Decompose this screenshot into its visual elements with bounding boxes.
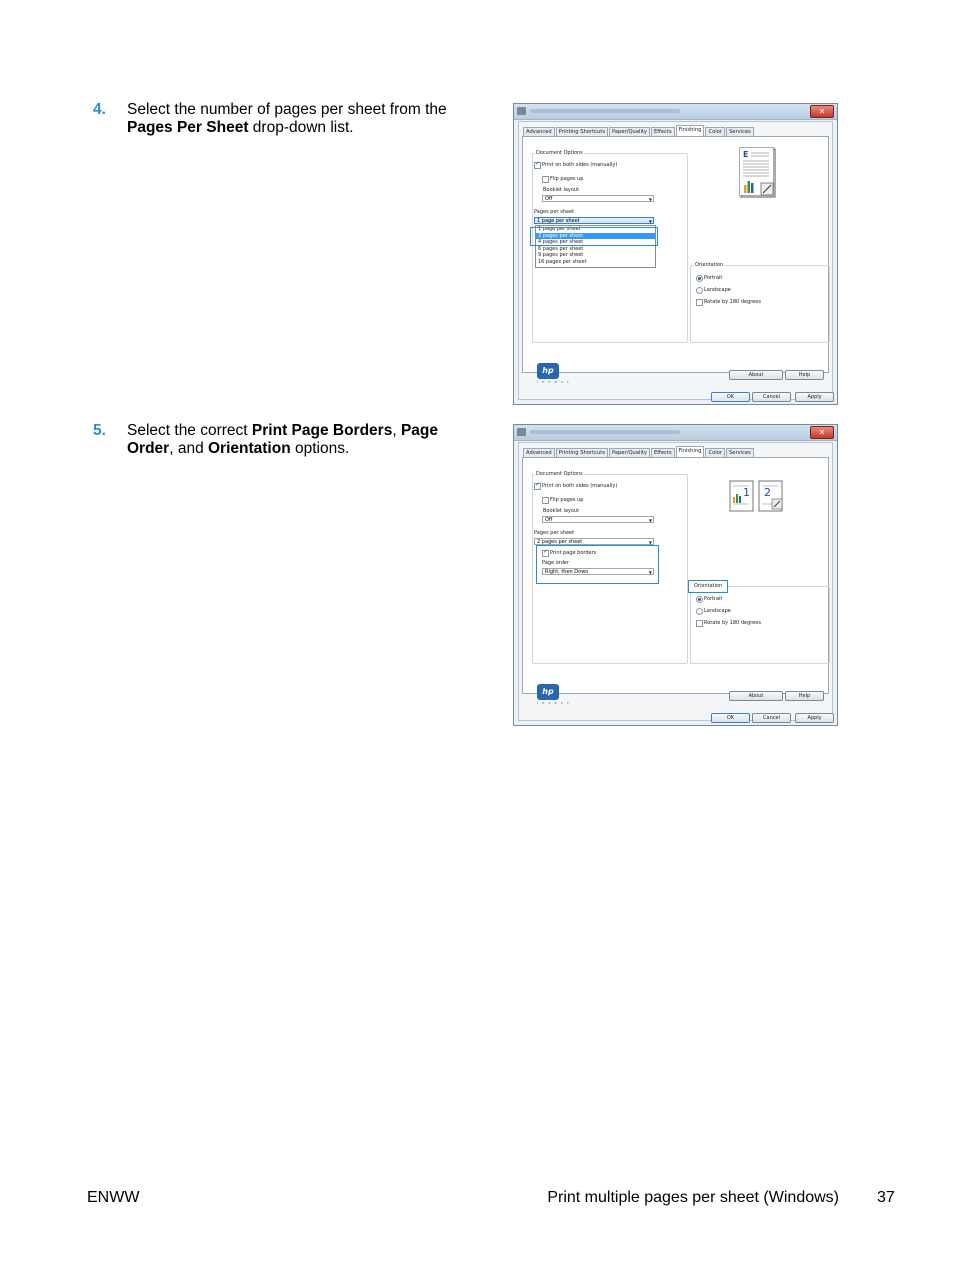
print-page-borders-checkbox[interactable] [542,548,549,557]
highlight-callout [530,227,658,246]
dialog-body: Advanced Printing Shortcuts Paper/Qualit… [518,121,834,402]
step-text: Select the correct Print Page Borders, P… [127,422,439,457]
hp-logo: hp [537,363,559,379]
page-preview: 1 2 [729,480,785,512]
tab-bar: Advanced Printing Shortcuts Paper/Qualit… [523,446,755,458]
dropdown-option[interactable]: 16 pages per sheet [536,259,655,266]
print-page-borders-label: Print page borders [550,550,597,556]
cancel-button[interactable]: Cancel [752,713,791,723]
rotate-180-label: Rotate by 180 degrees [704,620,761,626]
pages-per-sheet-label: Pages per sheet [534,209,575,215]
preview-page-number: 2 [764,486,771,499]
apply-button[interactable]: Apply [795,713,834,723]
booklet-layout-label: Booklet layout [543,187,580,193]
close-button[interactable]: ✕ [810,105,834,118]
ok-button[interactable]: OK [711,713,750,723]
printer-properties-dialog-1: ✕ Advanced Printing Shortcuts Paper/Qual… [513,103,838,405]
rotate-180-checkbox[interactable] [696,620,703,627]
page-order-select[interactable]: Right, then Down [542,568,654,576]
ok-button[interactable]: OK [711,392,750,402]
portrait-label: Portrait [704,596,723,602]
flip-pages-up-label: Flip pages up [550,176,584,182]
page-number: 37 [877,1189,895,1206]
footer-left: ENWW [87,1189,140,1206]
preview-icon: 1 2 [729,480,783,512]
svg-text:E: E [743,150,748,159]
finishing-panel: Document Options Print on both sides (ma… [522,136,830,384]
preview-icon: E [739,147,776,198]
cancel-button[interactable]: Cancel [752,392,791,402]
dialog-body: Advanced Printing Shortcuts Paper/Qualit… [518,442,834,723]
rotate-180-label: Rotate by 180 degrees [704,299,761,305]
portrait-radio[interactable] [696,275,703,282]
print-both-sides-label: Print on both sides (manually) [542,483,618,489]
orientation-label: Orientation [694,583,723,589]
title-bar: ✕ [514,104,837,120]
flip-pages-up-checkbox[interactable] [542,176,549,183]
step-5: 5. Select the correct Print Page Borders… [93,422,473,458]
step-4: 4. Select the number of pages per sheet … [93,101,473,137]
print-both-sides-label: Print on both sides (manually) [542,162,618,168]
flip-pages-up-checkbox[interactable] [542,497,549,504]
footer-title: Print multiple pages per sheet (Windows) [547,1189,839,1206]
apply-button[interactable]: Apply [795,392,834,402]
page-order-label: Page order [542,560,570,566]
about-button[interactable]: About [729,691,783,701]
rotate-180-checkbox[interactable] [696,299,703,306]
orientation-label: Orientation [694,262,725,268]
hp-logo: hp [537,684,559,700]
hp-invent: i n v e n t [537,380,571,384]
printer-properties-dialog-2: ✕ Advanced Printing Shortcuts Paper/Qual… [513,424,838,726]
print-both-sides-checkbox[interactable] [534,160,541,169]
document-options-label: Document Options [535,150,584,156]
print-both-sides-checkbox[interactable] [534,481,541,490]
hp-invent: i n v e n t [537,701,571,705]
flip-pages-up-label: Flip pages up [550,497,584,503]
step-number: 4. [93,101,106,118]
printer-icon [517,107,526,115]
step-text: Select the number of pages per sheet fro… [127,101,447,136]
tab-bar: Advanced Printing Shortcuts Paper/Qualit… [523,125,755,137]
step-number: 5. [93,422,106,439]
window-title [530,430,680,434]
printer-icon [517,428,526,436]
document-options-label: Document Options [535,471,584,477]
title-bar: ✕ [514,425,837,441]
finishing-panel: Document Options Print on both sides (ma… [522,457,830,705]
booklet-layout-select[interactable]: Off [542,516,654,524]
portrait-radio[interactable] [696,596,703,603]
booklet-layout-label: Booklet layout [543,508,580,514]
pages-per-sheet-select[interactable]: 1 page per sheet [534,217,654,225]
landscape-label: Landscape [704,287,731,293]
portrait-label: Portrait [704,275,723,281]
booklet-layout-select[interactable]: Off [542,195,654,203]
preview-page-number: 1 [743,486,750,499]
help-button[interactable]: Help [785,691,824,701]
pages-per-sheet-label: Pages per sheet [534,530,575,536]
help-button[interactable]: Help [785,370,824,380]
window-title [530,109,680,113]
page-preview: E [739,147,777,199]
landscape-radio[interactable] [696,287,703,294]
about-button[interactable]: About [729,370,783,380]
pages-per-sheet-select[interactable]: 2 pages per sheet [534,538,654,546]
landscape-radio[interactable] [696,608,703,615]
landscape-label: Landscape [704,608,731,614]
close-button[interactable]: ✕ [810,426,834,439]
